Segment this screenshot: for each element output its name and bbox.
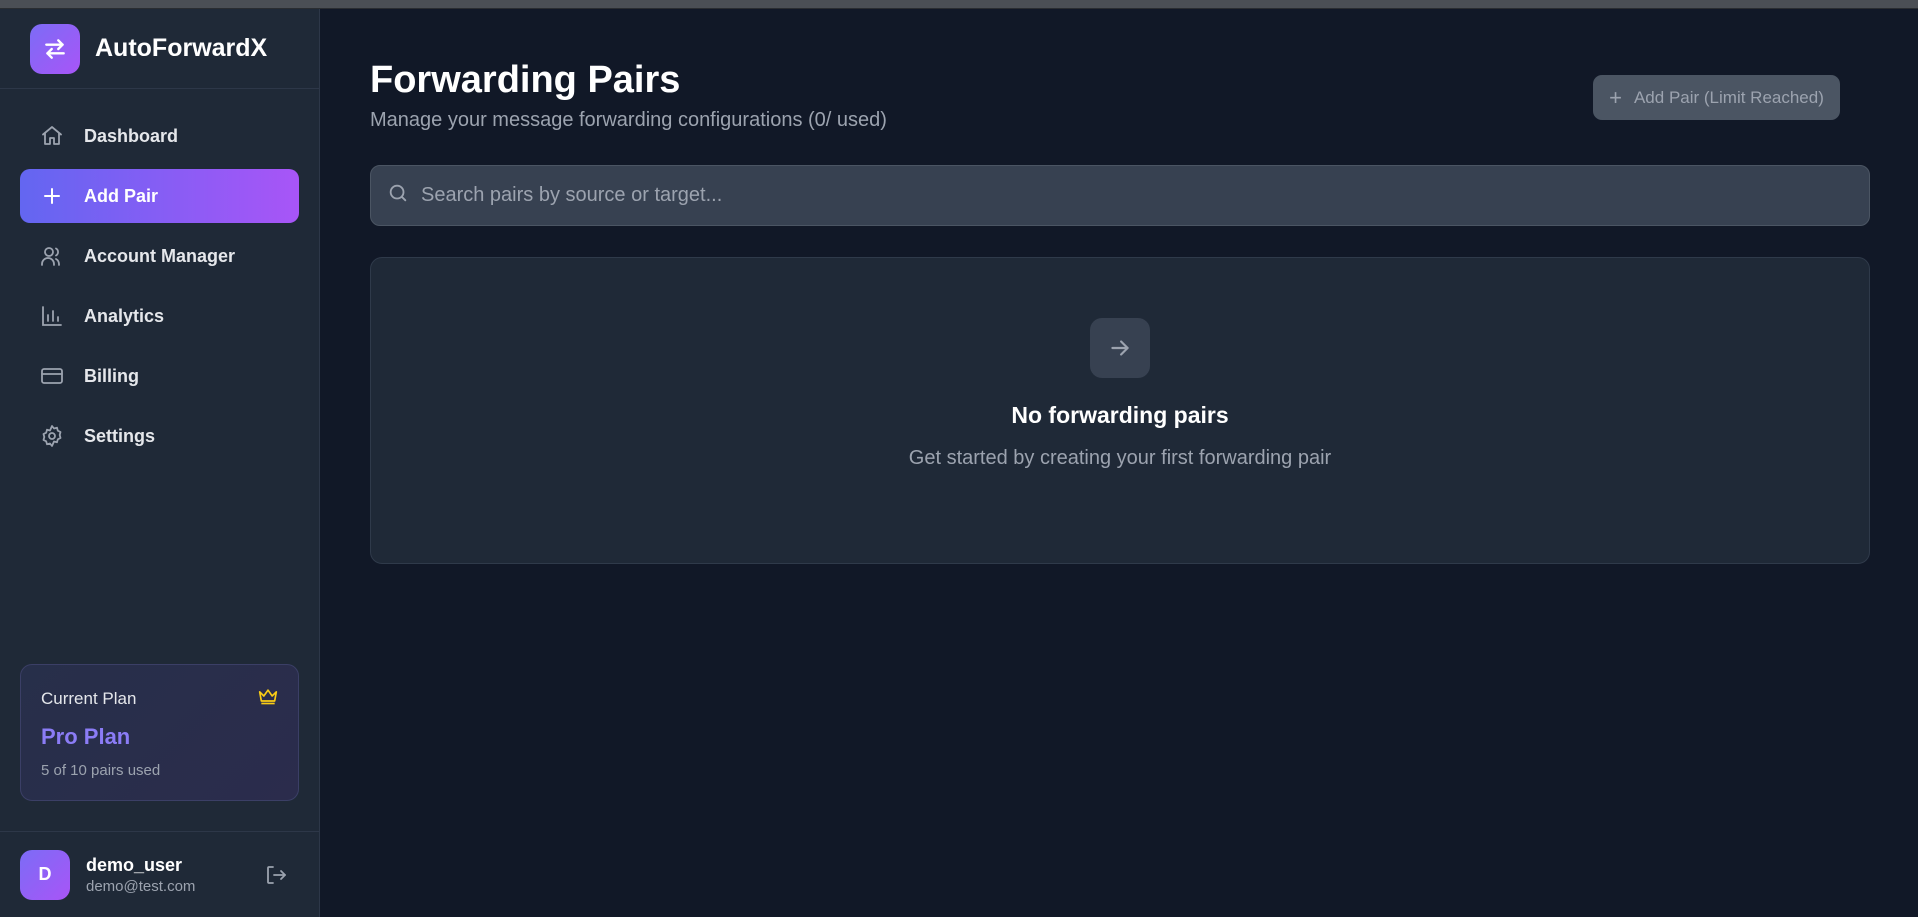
search-input[interactable] xyxy=(421,184,1869,207)
user-name: demo_user xyxy=(86,854,183,875)
logout-icon[interactable] xyxy=(264,863,288,887)
home-icon xyxy=(40,124,64,148)
sidebar-item-label: Add Pair xyxy=(84,185,159,206)
sidebar-item-label: Settings xyxy=(84,425,156,446)
add-pair-button-label: Add Pair (Limit Reached) xyxy=(1633,87,1824,107)
sidebar-item-billing[interactable]: Billing xyxy=(20,349,299,403)
sidebar: AutoForwardX Dashboard Add Pair Account … xyxy=(0,9,320,917)
plan-name: Pro Plan xyxy=(41,724,131,749)
user-profile: D demo_user demo@test.com xyxy=(0,831,320,917)
brand-name: AutoForwardX xyxy=(95,34,268,62)
credit-card-icon xyxy=(40,364,64,388)
sidebar-nav: Dashboard Add Pair Account Manager Analy… xyxy=(0,89,319,463)
empty-state-card: No forwarding pairs Get started by creat… xyxy=(370,257,1870,564)
arrow-right-icon xyxy=(1090,318,1150,378)
sidebar-item-label: Billing xyxy=(84,365,139,386)
window-top-strip xyxy=(0,0,1918,9)
avatar[interactable]: D xyxy=(20,849,70,900)
bar-chart-icon xyxy=(40,304,64,328)
empty-state-title: No forwarding pairs xyxy=(1011,402,1229,428)
plan-caption: Current Plan xyxy=(41,688,137,708)
sidebar-item-account-manager[interactable]: Account Manager xyxy=(20,229,299,283)
swap-arrows-icon xyxy=(30,23,80,74)
crown-icon xyxy=(258,687,278,710)
user-email: demo@test.com xyxy=(86,877,196,895)
plus-icon: + xyxy=(1609,84,1622,110)
search-icon xyxy=(387,182,409,209)
users-icon xyxy=(40,244,64,268)
sidebar-item-settings[interactable]: Settings xyxy=(20,409,299,463)
search-bar xyxy=(370,165,1870,226)
sidebar-item-dashboard[interactable]: Dashboard xyxy=(20,109,299,163)
gear-icon xyxy=(40,424,64,448)
plan-usage: 5 of 10 pairs used xyxy=(41,762,161,779)
page-subtitle: Manage your message forwarding configura… xyxy=(370,109,887,131)
current-plan-card: Current Plan Pro Plan 5 of 10 pairs used xyxy=(20,664,299,801)
page-title: Forwarding Pairs xyxy=(370,59,681,101)
sidebar-item-analytics[interactable]: Analytics xyxy=(20,289,299,343)
sidebar-item-label: Analytics xyxy=(84,305,165,326)
brand[interactable]: AutoForwardX xyxy=(0,9,319,89)
sidebar-item-label: Account Manager xyxy=(84,245,236,266)
sidebar-item-label: Dashboard xyxy=(84,125,179,146)
plus-icon xyxy=(40,184,64,208)
empty-state-text: Get started by creating your first forwa… xyxy=(908,447,1332,469)
add-pair-button[interactable]: + Add Pair (Limit Reached) xyxy=(1593,75,1840,120)
sidebar-item-add-pair[interactable]: Add Pair xyxy=(20,169,299,223)
